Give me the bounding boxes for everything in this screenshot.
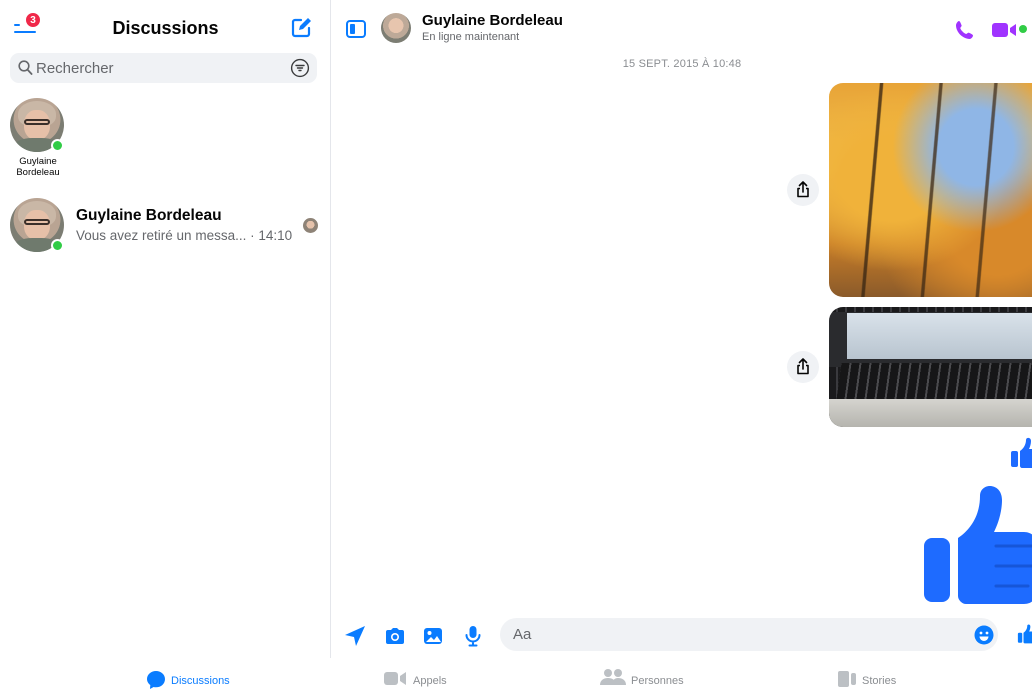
filter-button[interactable] bbox=[290, 58, 310, 78]
preview-time: 14:10 bbox=[258, 228, 293, 243]
contact-name[interactable]: Guylaine Bordeleau bbox=[422, 12, 563, 29]
photo-message[interactable] bbox=[829, 307, 1032, 427]
audio-call-button[interactable] bbox=[954, 19, 976, 41]
filter-icon bbox=[290, 58, 310, 78]
avatar bbox=[10, 98, 64, 152]
search-icon bbox=[18, 60, 33, 75]
search-bar bbox=[10, 53, 317, 83]
tab-bar: Discussions Appels Personnes Stories bbox=[0, 658, 1032, 694]
chat-header: Guylaine Bordeleau En ligne maintenant bbox=[332, 0, 1032, 48]
emoji-icon[interactable] bbox=[974, 625, 994, 645]
laptop-deck bbox=[829, 399, 1032, 427]
preview-text: Vous avez retiré un messa... bbox=[76, 228, 247, 243]
tab-label: Stories bbox=[862, 675, 897, 687]
compose-button[interactable] bbox=[290, 17, 312, 39]
tab-label: Discussions bbox=[171, 675, 230, 687]
tab-label: Personnes bbox=[631, 675, 684, 687]
photo-message[interactable] bbox=[829, 83, 1032, 297]
location-arrow-icon[interactable] bbox=[344, 625, 366, 647]
like-button-icon[interactable] bbox=[1017, 624, 1032, 644]
message-composer bbox=[332, 616, 1032, 654]
online-indicator bbox=[51, 239, 64, 252]
share-button[interactable] bbox=[787, 174, 819, 206]
like-message[interactable] bbox=[1011, 437, 1032, 469]
chat-panel: Guylaine Bordeleau En ligne maintenant 1… bbox=[332, 0, 1032, 658]
conversation-item[interactable]: Guylaine Bordeleau Vous avez retiré un m… bbox=[0, 196, 331, 260]
tab-label: Appels bbox=[413, 675, 447, 687]
page-title: Discussions bbox=[112, 18, 219, 38]
search-input[interactable] bbox=[36, 53, 276, 83]
tab-personnes[interactable]: Personnes bbox=[600, 669, 700, 690]
toggle-sidebar-button[interactable] bbox=[346, 20, 366, 38]
chat-bubble-icon bbox=[147, 671, 165, 689]
microphone-icon[interactable] bbox=[462, 625, 484, 647]
laptop-keyboard bbox=[836, 363, 1032, 399]
contact-status: En ligne maintenant bbox=[422, 31, 520, 43]
message-input[interactable] bbox=[513, 618, 943, 651]
laptop-screen bbox=[847, 313, 1032, 359]
message-timestamp: 15 SEPT. 2015 À 10:48 bbox=[622, 58, 742, 70]
message-input-box bbox=[500, 618, 998, 651]
phone-icon bbox=[956, 21, 973, 39]
seen-avatar bbox=[303, 218, 318, 233]
video-call-button[interactable] bbox=[992, 20, 1022, 40]
stories-icon bbox=[838, 671, 856, 687]
video-camera-icon bbox=[992, 23, 1016, 37]
sidebar: 3 Discussions Rechercher Guylaine Bordel… bbox=[0, 0, 331, 658]
tab-discussions[interactable]: Discussions bbox=[146, 670, 246, 690]
tab-stories[interactable]: Stories bbox=[838, 670, 918, 690]
share-icon bbox=[797, 181, 809, 198]
online-indicator bbox=[51, 139, 64, 152]
compose-icon bbox=[291, 18, 311, 38]
thumbs-up-icon bbox=[1011, 437, 1032, 468]
online-indicator bbox=[1019, 25, 1027, 33]
people-icon bbox=[600, 669, 626, 685]
tab-appels[interactable]: Appels bbox=[384, 670, 464, 690]
conversation-preview: Vous avez retiré un messa... · 14:10 bbox=[76, 228, 293, 243]
share-button[interactable] bbox=[787, 351, 819, 383]
share-icon bbox=[797, 358, 809, 375]
story-name: Guylaine Bordeleau bbox=[16, 156, 60, 178]
thumbs-up-icon bbox=[924, 486, 1032, 604]
large-like-message[interactable] bbox=[922, 482, 1032, 604]
conversation-name: Guylaine Bordeleau bbox=[76, 207, 222, 224]
sidebar-header: 3 Discussions bbox=[0, 0, 331, 52]
camera-icon[interactable] bbox=[384, 625, 406, 647]
avatar bbox=[10, 198, 64, 252]
active-contact-story[interactable]: Guylaine Bordeleau bbox=[10, 98, 66, 178]
video-camera-icon bbox=[384, 672, 406, 685]
sidebar-icon bbox=[346, 20, 366, 38]
contact-avatar[interactable] bbox=[381, 13, 411, 43]
gallery-icon[interactable] bbox=[422, 625, 444, 647]
messenger-app: 3 Discussions Rechercher Guylaine Bordel… bbox=[0, 0, 1032, 694]
